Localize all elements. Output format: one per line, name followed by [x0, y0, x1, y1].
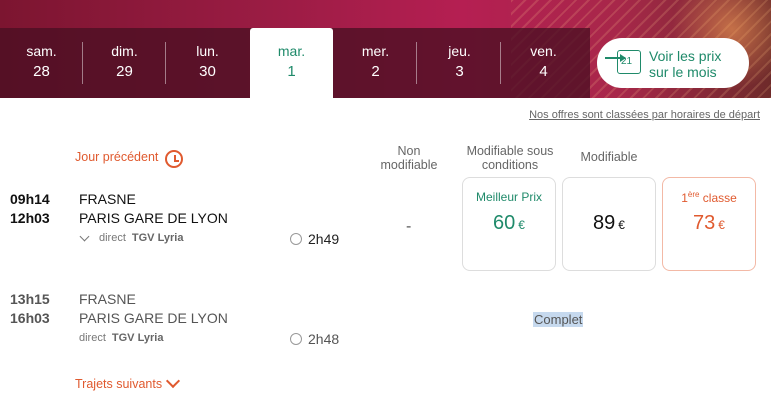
clock-icon: [290, 333, 302, 345]
day-date: 28: [33, 63, 50, 80]
day-name: lun.: [196, 43, 219, 59]
day-tab-wed-2[interactable]: mer. 2: [334, 28, 417, 98]
best-price-value: 60: [493, 212, 516, 234]
day-tab-mon-30[interactable]: lun. 30: [166, 28, 249, 98]
departure-time: 09h14: [10, 191, 50, 207]
destination-station: PARIS GARE DE LYON: [79, 210, 228, 226]
arrival-time: 12h03: [10, 210, 50, 226]
first-class-number: 1: [681, 191, 688, 205]
journey-details: direct TGV Lyria: [99, 232, 183, 244]
price-card-first-class[interactable]: 1ère classe 73 €: [662, 177, 756, 271]
day-date: 2: [371, 63, 380, 80]
arrival-time: 16h03: [10, 310, 50, 326]
chevron-down-icon[interactable]: [165, 373, 181, 389]
column-header-modifiable: Modifiable: [580, 150, 638, 164]
column-header-non-modifiable: Non modifiable: [380, 144, 438, 172]
modifiable-price: 89 €: [563, 212, 655, 235]
chevron-down-icon[interactable]: [79, 231, 90, 242]
sort-info-link[interactable]: Nos offres sont classées par horaires de…: [529, 109, 760, 121]
price-card-best[interactable]: Meilleur Prix 60 €: [462, 177, 556, 271]
day-date: 29: [116, 63, 133, 80]
currency: €: [518, 218, 525, 232]
origin-station: FRASNE: [79, 291, 136, 307]
day-name: jeu.: [448, 43, 471, 59]
currency: €: [618, 218, 625, 232]
day-name: mer.: [361, 43, 390, 59]
currency: €: [718, 218, 725, 232]
day-tab-sat-28[interactable]: sam. 28: [0, 28, 83, 98]
first-class-label: 1ère classe: [663, 190, 755, 205]
first-class-word: classe: [699, 191, 737, 205]
day-name: sam.: [26, 43, 57, 59]
best-price: 60 €: [463, 212, 555, 235]
clock-icon: [290, 233, 302, 245]
month-prices-label: Voir les prix sur le mois: [649, 48, 722, 80]
day-date: 4: [539, 63, 548, 80]
day-name: dim.: [111, 43, 138, 59]
month-prices-button[interactable]: 21 Voir les prix sur le mois: [597, 38, 749, 88]
journey-duration: 2h49: [308, 231, 340, 247]
journey-type: direct: [79, 332, 106, 344]
day-date: 1: [287, 63, 296, 80]
day-tab-fri-4[interactable]: ven. 4: [502, 28, 585, 98]
journey-details: direct TGV Lyria: [79, 332, 163, 344]
departure-time: 13h15: [10, 291, 50, 307]
day-name: ven.: [530, 43, 557, 59]
best-price-label: Meilleur Prix: [475, 190, 542, 204]
price-card-modifiable[interactable]: 89 €: [562, 177, 656, 271]
day-tab-thu-3[interactable]: jeu. 3: [418, 28, 501, 98]
sold-out-status: Complet: [533, 312, 584, 327]
day-tab-tue-1-selected[interactable]: mar. 1: [250, 28, 333, 98]
day-tab-sun-29[interactable]: dim. 29: [83, 28, 166, 98]
non-modifiable-unavailable: -: [406, 218, 412, 235]
column-header-modifiable-conditions: Modifiable sous conditions: [466, 144, 554, 172]
history-clock-icon[interactable]: [165, 150, 183, 168]
first-class-price: 73 €: [663, 212, 755, 235]
journey-type: direct: [99, 232, 126, 244]
next-trips-link[interactable]: Trajets suivants: [75, 377, 162, 391]
first-class-price-value: 73: [693, 212, 716, 234]
arrow-right-icon: [605, 54, 626, 62]
origin-station: FRASNE: [79, 191, 136, 207]
day-date: 30: [199, 63, 216, 80]
previous-day-link[interactable]: Jour précédent: [75, 150, 158, 164]
journey-duration: 2h48: [308, 331, 340, 347]
destination-station: PARIS GARE DE LYON: [79, 310, 228, 326]
first-class-suffix: ère: [687, 190, 700, 199]
train-name: TGV Lyria: [111, 332, 164, 344]
day-name: mar.: [277, 43, 306, 59]
modifiable-price-value: 89: [593, 212, 616, 234]
train-name: TGV Lyria: [131, 232, 184, 244]
day-date: 3: [455, 63, 464, 80]
